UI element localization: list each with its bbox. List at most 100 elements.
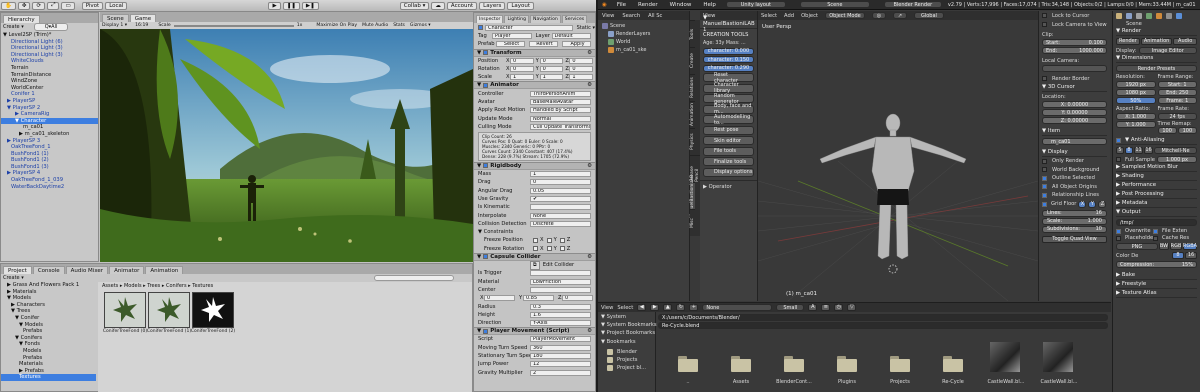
player-movement-header[interactable]: ▼ Player Movement (Script) ⚙ bbox=[474, 327, 595, 336]
tab-services[interactable]: Services bbox=[561, 15, 588, 23]
transform-header[interactable]: ▼ Transform ⚙ bbox=[474, 48, 595, 57]
center-x-field[interactable]: 0 bbox=[484, 295, 515, 302]
tab-animation[interactable]: Animation bbox=[145, 266, 184, 274]
menu-render[interactable]: Render bbox=[632, 2, 664, 8]
transform-rotation-y-field[interactable]: 0 bbox=[539, 66, 564, 73]
toolshelf-button[interactable]: Rest pose bbox=[703, 125, 754, 135]
item-name-field[interactable]: m_ca01 bbox=[1042, 138, 1107, 145]
color-rgb-button[interactable]: RGB bbox=[1170, 243, 1182, 250]
output-path-field[interactable]: /tmp/ bbox=[1116, 219, 1197, 226]
hierarchy-item[interactable]: WaterBackDaytime2 bbox=[1, 184, 98, 191]
dimensions-panel-header[interactable]: ▼ Dimensions bbox=[1116, 54, 1197, 63]
file-format-dropdown[interactable]: PNG bbox=[1116, 243, 1158, 250]
toolshelf-button[interactable]: File tools bbox=[703, 146, 754, 156]
tool-shelf-tab[interactable]: Create bbox=[690, 47, 695, 74]
hierarchy-item[interactable]: Directional Light (3) bbox=[1, 45, 98, 52]
player-4-field[interactable]: 2 bbox=[530, 369, 591, 376]
transform-position-y-field[interactable]: 0 bbox=[539, 57, 564, 64]
outliner-menu-item[interactable]: View bbox=[602, 13, 614, 19]
view3d-select-menu[interactable]: Select bbox=[761, 13, 777, 19]
display-option-checkbox[interactable] bbox=[1042, 175, 1047, 181]
account-button[interactable]: Account bbox=[446, 1, 478, 10]
texture-thumbnail[interactable] bbox=[192, 292, 234, 328]
game-render[interactable] bbox=[100, 29, 473, 262]
gizmos-dropdown[interactable]: Gizmos ▾ bbox=[410, 23, 431, 28]
pivot-button[interactable]: Pivot bbox=[81, 1, 104, 10]
transform-position-x-field[interactable]: 0 bbox=[510, 57, 534, 64]
project-folder[interactable]: ▼ Conifers bbox=[1, 335, 96, 342]
rigidbody-3-field[interactable]: ✔ bbox=[530, 196, 591, 202]
hierarchy-item[interactable]: BushFond1 (1) bbox=[1, 151, 98, 158]
sort-alpha-icon[interactable]: A bbox=[808, 304, 818, 311]
freeze-position-x-checkbox[interactable] bbox=[533, 237, 538, 243]
folder-icon[interactable] bbox=[837, 356, 857, 372]
outliner-item[interactable]: m_ca01_ske bbox=[598, 46, 689, 54]
freeze-position-y-checkbox[interactable] bbox=[546, 237, 552, 243]
cursor-x-field[interactable]: X: 0.00000 bbox=[1042, 101, 1107, 108]
display-option-checkbox[interactable] bbox=[1042, 167, 1047, 173]
tool-shelf-tab[interactable]: Physics bbox=[690, 128, 695, 155]
grid-scale-field[interactable]: Scale: 1.000 bbox=[1042, 217, 1107, 225]
clip-start-field[interactable]: Start: 0.100 bbox=[1042, 39, 1107, 46]
tag-dropdown[interactable]: Player bbox=[492, 33, 532, 40]
aspect-x-field[interactable]: X: 1.000 bbox=[1116, 113, 1156, 120]
render-context-icon[interactable] bbox=[1116, 13, 1122, 19]
anti-aliasing-checkbox[interactable] bbox=[1116, 137, 1121, 143]
remap-new-field[interactable]: 100 bbox=[1177, 127, 1197, 134]
hierarchy-item[interactable]: ▶ CameraRig bbox=[1, 111, 98, 118]
rigidbody-1-field[interactable]: 0 bbox=[530, 179, 591, 186]
project-create-button[interactable]: Create ▾ bbox=[3, 275, 24, 281]
hierarchy-item[interactable]: WindZone bbox=[1, 78, 98, 85]
rotate-tool-icon[interactable]: ⟳ bbox=[32, 1, 46, 10]
resolution-y-field[interactable]: 1080 px bbox=[1116, 89, 1156, 96]
color-rgba-button[interactable]: RGBA bbox=[1183, 243, 1197, 250]
animator-header[interactable]: ▼ Animator ⚙ bbox=[474, 81, 595, 90]
clip-end-field[interactable]: End: 1000.000 bbox=[1042, 47, 1107, 54]
toolshelf-button[interactable]: Character library bbox=[703, 82, 754, 94]
rigidbody-enabled-checkbox[interactable] bbox=[483, 163, 489, 169]
transform-scale-y-field[interactable]: 1 bbox=[539, 74, 564, 81]
texture-thumbnail[interactable] bbox=[104, 292, 146, 328]
character-slider[interactable]: character: 0.000 bbox=[703, 47, 754, 55]
toolshelf-button[interactable]: Body, face and m... bbox=[703, 103, 754, 115]
view3d-add-menu[interactable]: Add bbox=[784, 13, 794, 19]
transform-position-z-field[interactable]: 0 bbox=[569, 57, 594, 64]
aa-samples-11[interactable]: 11 bbox=[1134, 147, 1143, 154]
rect-tool-icon[interactable]: ▭ bbox=[61, 1, 75, 10]
capsule-b-2-field[interactable]: Y-Axis bbox=[530, 320, 591, 327]
hierarchy-item[interactable]: Conifer 1 bbox=[1, 91, 98, 98]
transform-rotation-x-field[interactable]: 0 bbox=[510, 66, 534, 73]
rigidbody-0-field[interactable]: 1 bbox=[530, 171, 591, 178]
toolshelf-button[interactable]: Finalize tools bbox=[703, 157, 754, 166]
player-3-field[interactable]: 12 bbox=[530, 361, 591, 368]
rigidbody-6-field[interactable]: Discrete bbox=[530, 220, 591, 227]
outliner-item[interactable]: RenderLayers bbox=[598, 30, 689, 38]
orientation-dropdown[interactable]: Global bbox=[913, 12, 944, 19]
project-breadcrumb[interactable]: Assets ▸ Models ▸ Trees ▸ Conifers ▸ Tex… bbox=[98, 282, 472, 290]
animator-4-field[interactable]: Cull Update Transforms bbox=[530, 123, 591, 130]
color-bw-button[interactable]: BW bbox=[1159, 243, 1169, 250]
outliner-menu-item[interactable]: All Sc bbox=[648, 13, 662, 19]
hierarchy-item[interactable]: BushFond1 (3) bbox=[1, 164, 98, 171]
hierarchy-item[interactable]: ▶ PlayerSP 3 bbox=[1, 138, 98, 145]
stats-toggle[interactable]: Stats bbox=[393, 23, 405, 28]
center-z-field[interactable]: 0 bbox=[562, 295, 593, 302]
menu-file[interactable]: File bbox=[611, 2, 632, 8]
toolshelf-button[interactable]: Reset character bbox=[703, 72, 754, 84]
folder-icon[interactable] bbox=[890, 356, 910, 372]
item-panel-header[interactable]: ▼ Item bbox=[1042, 127, 1107, 136]
layers-dropdown[interactable]: Layers bbox=[479, 1, 506, 10]
edit-collider-icon[interactable]: ⧉ bbox=[530, 260, 540, 270]
project-folder[interactable]: ▼ Fonds bbox=[1, 341, 96, 348]
lock-cursor-checkbox[interactable] bbox=[1042, 13, 1047, 18]
pivot-dropdown[interactable]: ◎ bbox=[871, 12, 886, 19]
3d-cursor-panel-header[interactable]: ▼ 3D Cursor bbox=[1042, 83, 1107, 92]
aa-filter-dropdown[interactable]: Mitchell-Ne bbox=[1154, 147, 1197, 154]
resolution-percent-field[interactable]: 50% bbox=[1116, 97, 1156, 104]
player-2-field[interactable]: 180 bbox=[530, 353, 591, 360]
animator-0-field[interactable]: ThirdPersonAnim bbox=[530, 90, 591, 97]
object-context-icon[interactable] bbox=[1156, 13, 1162, 19]
animator-1-field[interactable]: BaseMaleAvatar bbox=[530, 98, 591, 105]
play-button-icon[interactable]: ▶ bbox=[268, 1, 281, 10]
project-folder[interactable]: ▼ Models bbox=[1, 295, 96, 302]
